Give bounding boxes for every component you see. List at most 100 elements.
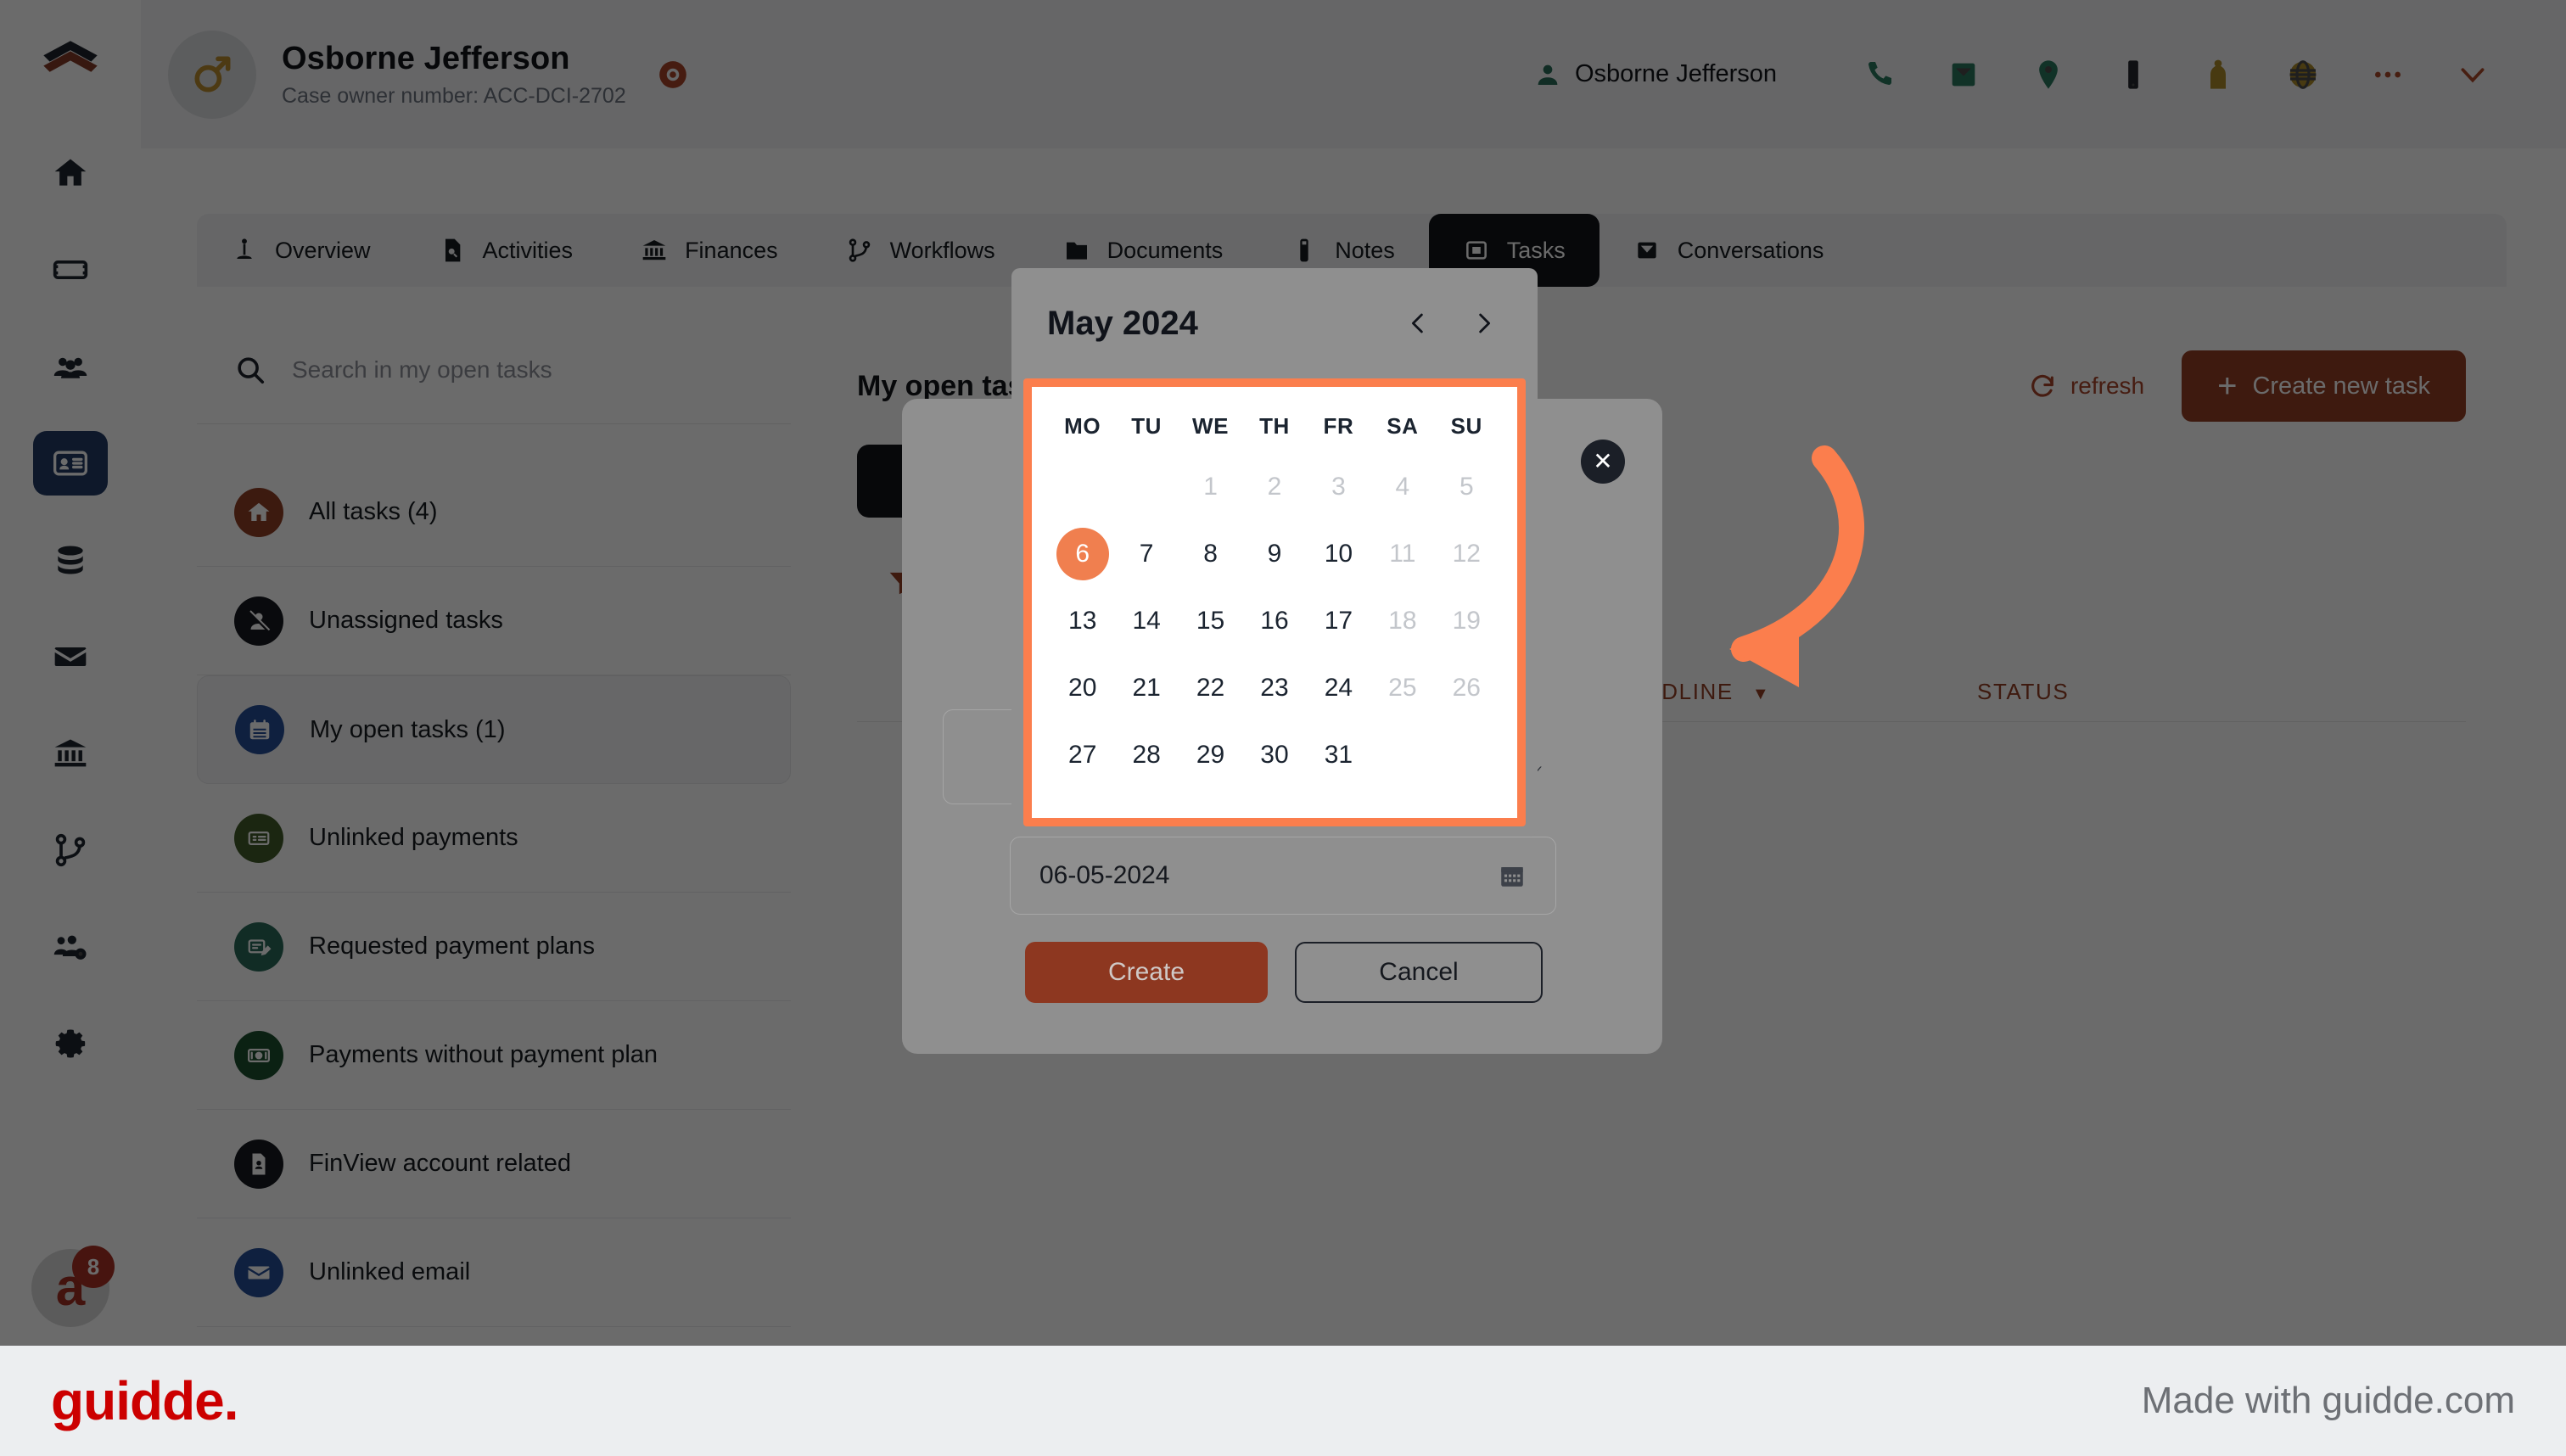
day-cell[interactable]: 12 (1435, 520, 1499, 587)
list-item-requested-payment-plans[interactable]: Requested payment plans (197, 893, 791, 1001)
day-cell[interactable]: 16 (1242, 587, 1306, 654)
search-input[interactable]: Search in my open tasks (197, 316, 791, 424)
case-avatar (168, 30, 256, 119)
date-picker-grid: MO TU WE TH FR SA SU 1 2 3 4 5 6 7 8 9 10 11 12 13 14… (1023, 378, 1526, 826)
chevron-right-icon[interactable] (1466, 301, 1502, 345)
day-cell[interactable]: 4 (1370, 453, 1434, 520)
day-cell[interactable]: 29 (1179, 721, 1242, 788)
day-cell[interactable]: 14 (1114, 587, 1178, 654)
list-item-payments-without-plan[interactable]: Payments without payment plan (197, 1001, 791, 1110)
chevron-down-icon[interactable] (2430, 45, 2515, 104)
notification-badge: 8 (72, 1246, 115, 1288)
rail-item-teams[interactable] (33, 915, 108, 979)
more-icon[interactable] (2345, 45, 2430, 104)
list-item-unlinked-email[interactable]: Unlinked email (197, 1218, 791, 1327)
day-cell[interactable]: 30 (1242, 721, 1306, 788)
week-row: 6 7 8 9 10 11 12 (1050, 520, 1499, 587)
day-label: 19 (1452, 606, 1481, 635)
person-badge-icon[interactable] (2176, 45, 2261, 104)
map-pin-icon[interactable] (2006, 45, 2091, 104)
deadline-date-input[interactable]: 06-05-2024 (1010, 837, 1556, 915)
cancel-button[interactable]: Cancel (1295, 942, 1543, 1003)
tab-label: Activities (482, 237, 574, 263)
person-icon (1534, 61, 1561, 88)
column-deadline[interactable]: DEADLINE ▼ (1612, 679, 1977, 705)
day-cell[interactable]: 19 (1435, 587, 1499, 654)
day-cell[interactable]: 26 (1435, 654, 1499, 721)
day-cell[interactable]: 6 (1050, 520, 1114, 587)
day-label: 28 (1132, 740, 1161, 769)
day-cell[interactable]: 3 (1307, 453, 1370, 520)
close-icon[interactable]: ✕ (1581, 440, 1625, 484)
refresh-icon (2031, 374, 2053, 397)
day-label: 24 (1324, 673, 1353, 702)
envelope-icon[interactable] (1921, 45, 2006, 104)
rail-item-database[interactable] (33, 528, 108, 592)
day-label: 3 (1331, 472, 1346, 501)
refresh-button[interactable]: refresh (2028, 372, 2144, 400)
eye-icon[interactable] (657, 59, 689, 91)
envelope-icon (234, 1247, 283, 1297)
tab-conversations[interactable]: Conversations (1600, 214, 1858, 287)
tab-workflows[interactable]: Workflows (812, 214, 1029, 287)
rail-item-settings[interactable] (33, 1011, 108, 1076)
list-item-label: FinView account related (309, 1150, 571, 1177)
list-item-finview-account-related[interactable]: FinView account related (197, 1110, 791, 1218)
phone-icon[interactable] (1836, 45, 1921, 104)
day-cell[interactable]: 28 (1114, 721, 1178, 788)
day-cell[interactable]: 24 (1307, 654, 1370, 721)
day-cell[interactable]: 17 (1307, 587, 1370, 654)
finqle-logo[interactable] (37, 31, 104, 97)
day-cell[interactable]: 8 (1179, 520, 1242, 587)
home-icon (234, 487, 283, 537)
rail-item-workflows[interactable] (33, 818, 108, 882)
day-cell[interactable]: 25 (1370, 654, 1434, 721)
list-item-unassigned-tasks[interactable]: Unassigned tasks (197, 567, 791, 675)
create-new-task-button[interactable]: + Create new task (2182, 350, 2466, 422)
day-cell[interactable]: 27 (1050, 721, 1114, 788)
column-status[interactable]: STATUS (1977, 679, 2069, 705)
day-cell[interactable]: 31 (1307, 721, 1370, 788)
rail-item-bank[interactable] (33, 721, 108, 786)
search-icon (238, 356, 265, 384)
tab-finances[interactable]: Finances (607, 214, 812, 287)
day-cell[interactable]: 21 (1114, 654, 1178, 721)
day-cell[interactable]: 13 (1050, 587, 1114, 654)
list-item-my-open-tasks[interactable]: My open tasks (1) (197, 675, 791, 784)
day-cell[interactable]: 20 (1050, 654, 1114, 721)
calendar-icon[interactable] (1498, 861, 1527, 890)
chevron-left-icon[interactable] (1400, 301, 1436, 345)
page-title: Osborne Jefferson (282, 40, 570, 76)
create-button[interactable]: Create (1025, 942, 1268, 1003)
user-avatar[interactable]: a 8 (31, 1246, 115, 1327)
day-cell[interactable]: 5 (1435, 453, 1499, 520)
day-label (1120, 461, 1173, 513)
rail-item-home[interactable] (33, 141, 108, 205)
tab-activities[interactable]: Activities (405, 214, 608, 287)
rail-item-cases[interactable] (33, 431, 108, 496)
list-item-label: Payments without payment plan (309, 1041, 658, 1068)
day-cell[interactable]: 15 (1179, 587, 1242, 654)
day-cell[interactable]: 18 (1370, 587, 1434, 654)
day-cell[interactable]: 9 (1242, 520, 1306, 587)
rail-item-mail[interactable] (33, 624, 108, 689)
day-cell[interactable]: 23 (1242, 654, 1306, 721)
day-cell-empty (1435, 721, 1499, 788)
tab-overview[interactable]: Overview (197, 214, 405, 287)
week-row: 27 28 29 30 31 (1050, 721, 1499, 788)
header-owner[interactable]: Osborne Jefferson (1534, 60, 1777, 88)
day-cell[interactable]: 22 (1179, 654, 1242, 721)
day-cell[interactable]: 10 (1307, 520, 1370, 587)
day-cell[interactable]: 2 (1242, 453, 1306, 520)
list-item-unlinked-payments[interactable]: Unlinked payments (197, 784, 791, 893)
day-cell[interactable]: 7 (1114, 520, 1178, 587)
rail-item-cards[interactable] (33, 238, 108, 302)
day-label: 15 (1196, 606, 1225, 635)
day-cell[interactable]: 1 (1179, 453, 1242, 520)
rail-item-contacts[interactable] (33, 334, 108, 399)
day-cell[interactable]: 11 (1370, 520, 1434, 587)
list-item-all-tasks[interactable]: All tasks (4) (197, 458, 791, 567)
task-filter-panel: Search in my open tasks All tasks (4) Un… (197, 316, 791, 1342)
globe-icon[interactable] (2261, 45, 2345, 104)
mobile-icon[interactable] (2091, 45, 2176, 104)
